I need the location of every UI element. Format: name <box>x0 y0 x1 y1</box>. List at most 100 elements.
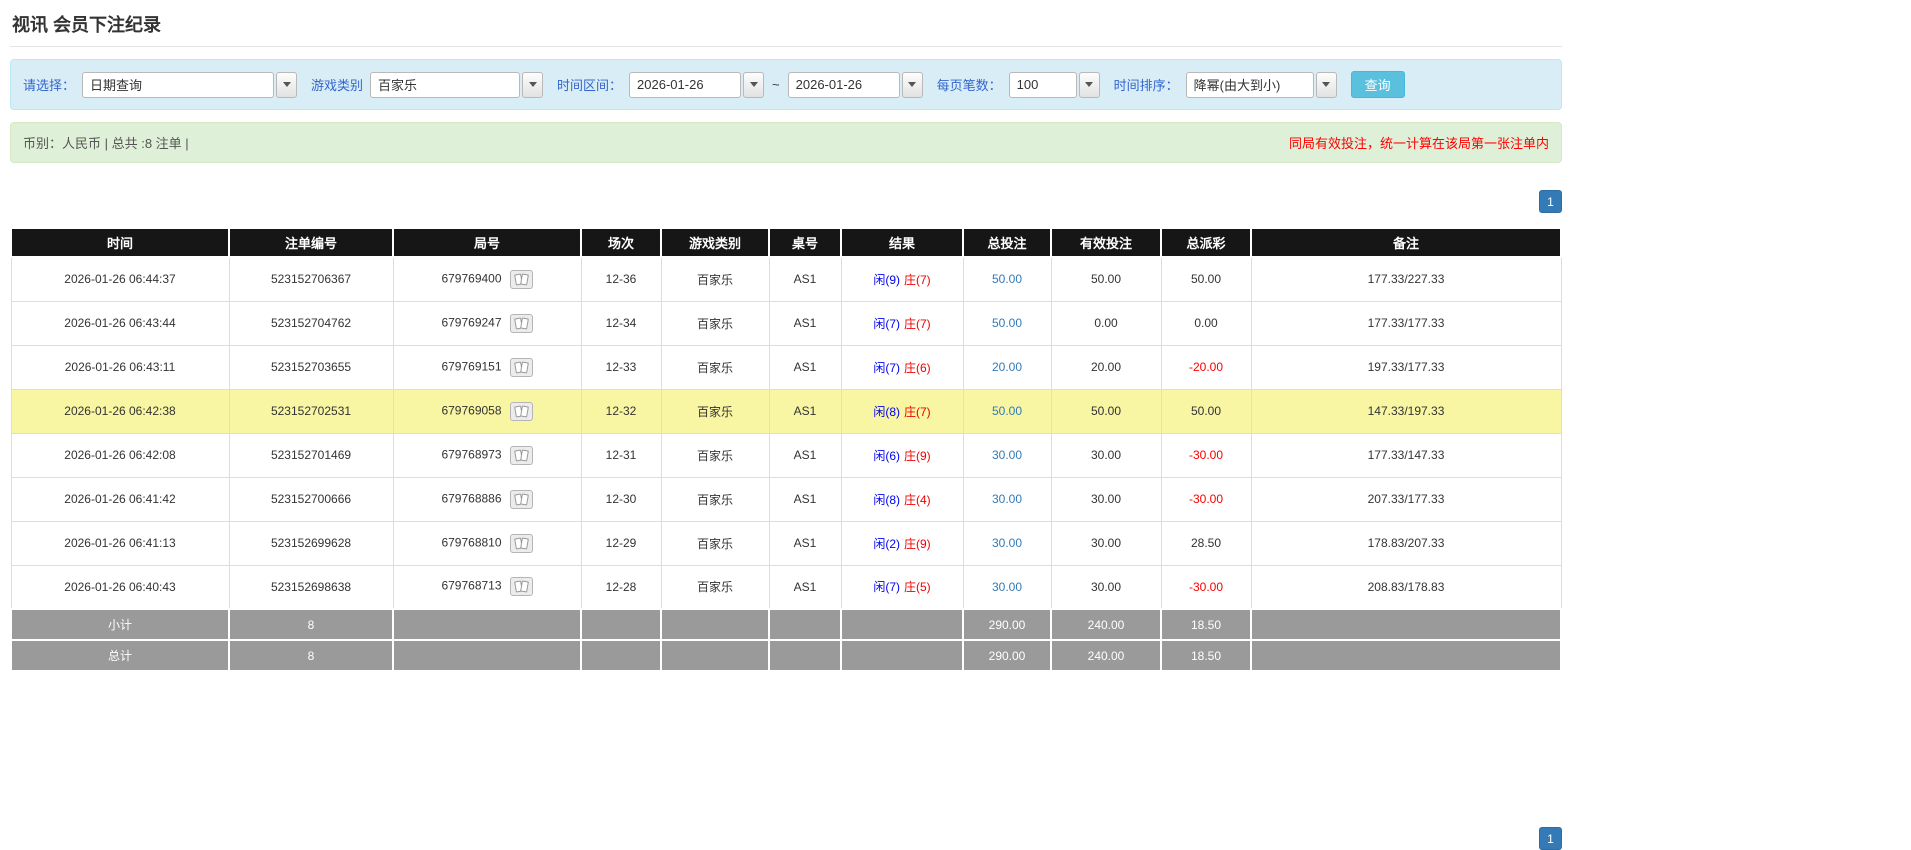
cell-valid-bet: 30.00 <box>1050 476 1162 522</box>
cell-bet-id: 523152698638 <box>228 564 394 610</box>
total-bet-link[interactable]: 30.00 <box>992 492 1022 506</box>
cell-session: 12-28 <box>580 564 662 610</box>
table-row[interactable]: 2026-01-26 06:44:37 523152706367 6797694… <box>10 256 1562 302</box>
cell-valid-bet: 30.00 <box>1050 432 1162 478</box>
view-cards-icon[interactable] <box>509 489 533 509</box>
date-to-input[interactable] <box>787 71 900 98</box>
payout-amount: 28.50 <box>1190 536 1222 550</box>
payout-amount: -30.00 <box>1188 492 1224 506</box>
table-row[interactable]: 2026-01-26 06:43:44 523152704762 6797692… <box>10 300 1562 346</box>
view-cards-icon[interactable] <box>509 269 533 289</box>
grand-total-count: 8 <box>228 639 394 672</box>
game-type-dropdown-button[interactable] <box>522 71 544 98</box>
cell-total-bet: 20.00 <box>962 344 1052 390</box>
date-from-input[interactable] <box>629 71 742 98</box>
card-shape <box>519 360 529 374</box>
cell-table-no: AS1 <box>768 432 842 478</box>
table-row[interactable]: 2026-01-26 06:43:11 523152703655 6797691… <box>10 344 1562 390</box>
page-1-button[interactable]: 1 <box>1539 190 1562 213</box>
col-header-result: 结果 <box>840 227 964 258</box>
col-header-session: 场次 <box>580 227 662 258</box>
time-sort-dropdown-button[interactable] <box>1315 71 1337 98</box>
total-bet-link[interactable]: 50.00 <box>992 404 1022 418</box>
table-body: 2026-01-26 06:44:37 523152706367 6797694… <box>10 256 1562 610</box>
cell-table-no: AS1 <box>768 344 842 390</box>
date-from-dropdown-button[interactable] <box>743 71 765 98</box>
cell-game-type: 百家乐 <box>660 520 770 566</box>
total-bet-link[interactable]: 30.00 <box>992 536 1022 550</box>
result-player: 闲(8) <box>873 404 900 419</box>
payout-amount: -20.00 <box>1188 360 1224 374</box>
table-row[interactable]: 2026-01-26 06:41:42 523152700666 6797688… <box>10 476 1562 522</box>
cell-session: 12-34 <box>580 300 662 346</box>
payout-amount: 0.00 <box>1194 316 1218 330</box>
page-size-dropdown-button[interactable] <box>1078 71 1100 98</box>
round-id: 679769400 <box>441 271 502 286</box>
card-shape <box>519 316 529 330</box>
view-cards-icon[interactable] <box>509 401 533 421</box>
view-cards-icon[interactable] <box>509 357 533 377</box>
game-type-input[interactable] <box>370 71 521 98</box>
card-shape <box>519 492 529 506</box>
valid-bet: 30.00 <box>1090 579 1122 594</box>
bet-time: 2026-01-26 06:41:13 <box>64 536 176 550</box>
cell-result: 闲(8) 庄(4) <box>840 476 964 522</box>
table-totals: 小计 8 290.00 240.00 18.50 总计 8 290.00 240… <box>10 608 1562 672</box>
view-cards-icon[interactable] <box>509 445 533 465</box>
result-player: 闲(7) <box>873 580 900 595</box>
cell-session: 12-30 <box>580 476 662 522</box>
round-id: 679768973 <box>441 447 502 462</box>
col-header-total-bet: 总投注 <box>962 227 1052 258</box>
cell-payout: 50.00 <box>1160 388 1252 434</box>
table-row[interactable]: 2026-01-26 06:41:13 523152699628 6797688… <box>10 520 1562 566</box>
game-type-combobox <box>370 71 544 98</box>
table-row[interactable]: 2026-01-26 06:42:38 523152702531 6797690… <box>10 388 1562 434</box>
valid-bet: 30.00 <box>1090 536 1122 550</box>
result-banker: 庄(7) <box>904 272 931 287</box>
total-bet-link[interactable]: 30.00 <box>992 448 1022 462</box>
cell-payout: -30.00 <box>1160 432 1252 478</box>
cell-payout: -30.00 <box>1160 476 1252 522</box>
note-value: 147.33/197.33 <box>1367 404 1445 418</box>
empty-cell <box>660 639 770 672</box>
bet-time: 2026-01-26 06:42:38 <box>64 404 176 418</box>
time-sort-input[interactable] <box>1185 71 1314 98</box>
page-size-input[interactable] <box>1008 71 1077 98</box>
valid-bet: 0.00 <box>1094 316 1118 330</box>
view-cards-icon[interactable] <box>509 533 533 553</box>
cell-note: 177.33/227.33 <box>1250 256 1562 302</box>
total-bet-link[interactable]: 50.00 <box>992 316 1022 330</box>
date-to-combobox <box>787 71 923 98</box>
view-cards-icon[interactable] <box>509 577 533 597</box>
search-button[interactable]: 查询 <box>1350 71 1405 98</box>
view-cards-icon[interactable] <box>509 313 533 333</box>
cell-game-type: 百家乐 <box>660 564 770 610</box>
query-type-dropdown-button[interactable] <box>276 71 298 98</box>
cell-table-no: AS1 <box>768 300 842 346</box>
game-type: 百家乐 <box>696 316 733 331</box>
cell-game-type: 百家乐 <box>660 476 770 522</box>
total-bet-link[interactable]: 50.00 <box>992 272 1022 286</box>
table-row[interactable]: 2026-01-26 06:42:08 523152701469 6797689… <box>10 432 1562 478</box>
pagination-bottom: 1 <box>10 827 1562 850</box>
query-type-input[interactable] <box>82 71 275 98</box>
cell-table-no: AS1 <box>768 256 842 302</box>
game-type: 百家乐 <box>696 404 733 419</box>
cell-session: 12-33 <box>580 344 662 390</box>
cell-result: 闲(6) 庄(9) <box>840 432 964 478</box>
total-bet-link[interactable]: 20.00 <box>992 360 1022 374</box>
table-row[interactable]: 2026-01-26 06:40:43 523152698638 6797687… <box>10 564 1562 610</box>
cell-game-type: 百家乐 <box>660 256 770 302</box>
date-to-dropdown-button[interactable] <box>901 71 923 98</box>
page-1-button[interactable]: 1 <box>1539 827 1562 850</box>
time-sort-combobox <box>1185 71 1337 98</box>
round-id: 679768886 <box>441 491 502 506</box>
cell-total-bet: 30.00 <box>962 432 1052 478</box>
game-type: 百家乐 <box>696 360 733 375</box>
grand-total-row: 总计 8 290.00 240.00 18.50 <box>10 639 1562 672</box>
cell-result: 闲(2) 庄(9) <box>840 520 964 566</box>
date-from-combobox <box>629 71 765 98</box>
total-bet-link[interactable]: 30.00 <box>992 580 1022 594</box>
cell-table-no: AS1 <box>768 564 842 610</box>
bet-id: 523152698638 <box>270 579 352 594</box>
